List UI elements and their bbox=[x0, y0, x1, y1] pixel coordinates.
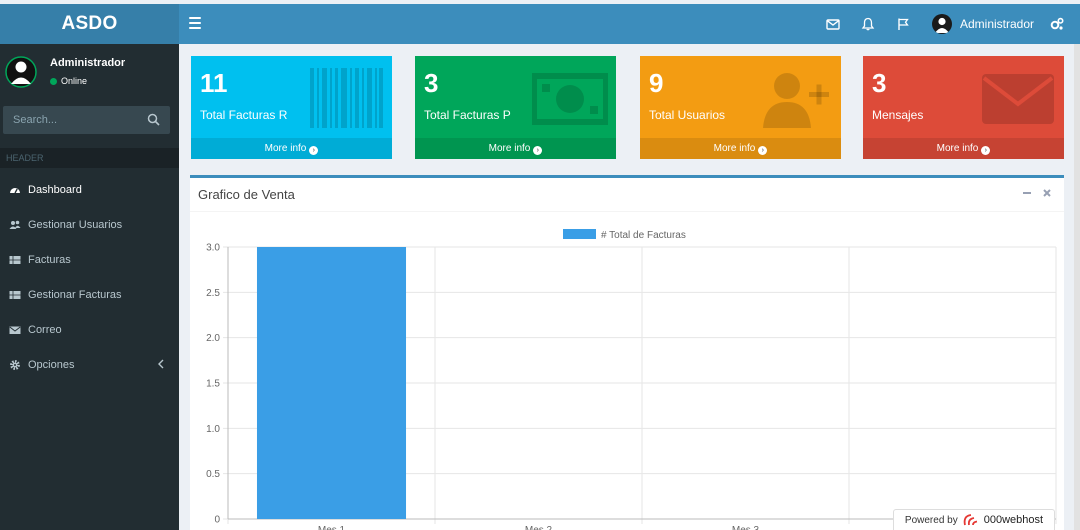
info-box-mensajes[interactable]: 3 Mensajes More info › bbox=[863, 56, 1064, 159]
users-icon bbox=[9, 219, 21, 231]
info-box-label: Mensajes bbox=[872, 108, 924, 122]
table-icon bbox=[9, 289, 21, 301]
more-info-link[interactable]: More info › bbox=[640, 138, 841, 159]
user-status-label: Online bbox=[61, 76, 88, 86]
table-icon bbox=[9, 254, 21, 266]
y-tick-label: 2.0 bbox=[206, 333, 220, 344]
y-tick-label: 3.0 bbox=[206, 243, 220, 254]
sidebar-menu: Dashboard Gestionar Usuarios Facturas Ge… bbox=[0, 172, 179, 382]
sidebar: Administrador Online HEADER Dashboard Ge… bbox=[0, 44, 179, 530]
y-tick-label: 1.0 bbox=[206, 424, 220, 435]
y-tick-label: 1.5 bbox=[206, 379, 220, 390]
legend-label: # Total de Facturas bbox=[601, 230, 686, 241]
y-tick-label: 2.5 bbox=[206, 288, 220, 299]
000webhost-logo-icon bbox=[963, 514, 977, 526]
top-user-name: Administrador bbox=[960, 17, 1035, 31]
avatar bbox=[5, 56, 37, 88]
arrow-circle-right-icon: › bbox=[981, 146, 991, 155]
bell-icon[interactable] bbox=[860, 16, 876, 32]
user-status: Online bbox=[50, 76, 87, 86]
sidebar-search bbox=[3, 106, 170, 134]
x-tick-label: Mes 3 bbox=[732, 525, 760, 530]
arrow-circle-right-icon: › bbox=[758, 146, 768, 155]
more-info-label: More info bbox=[936, 143, 979, 154]
more-info-label: More info bbox=[488, 143, 531, 154]
envelope-icon bbox=[9, 324, 21, 336]
envelope-icon bbox=[982, 74, 1054, 124]
avatar bbox=[932, 14, 952, 34]
sidebar-item-facturas[interactable]: Facturas bbox=[0, 242, 179, 277]
user-plus-icon bbox=[763, 73, 829, 128]
sidebar-item-label: Facturas bbox=[28, 253, 71, 266]
more-info-label: More info bbox=[713, 143, 756, 154]
sidebar-item-label: Gestionar Usuarios bbox=[28, 218, 123, 231]
bar-chart: 00.51.01.52.02.53.0Mes 1Mes 2Mes 3Mes 4#… bbox=[206, 229, 1057, 530]
y-tick-label: 0.5 bbox=[206, 469, 220, 480]
sidebar-item-gestionar-usuarios[interactable]: Gestionar Usuarios bbox=[0, 207, 179, 242]
sidebar-user-name: Administrador bbox=[50, 57, 126, 69]
more-info-link[interactable]: More info › bbox=[191, 138, 392, 159]
more-info-link[interactable]: More info › bbox=[863, 138, 1064, 159]
money-icon bbox=[532, 73, 608, 125]
arrow-circle-right-icon: › bbox=[533, 146, 543, 155]
hosting-badge[interactable]: Powered by 000webhost bbox=[893, 509, 1055, 530]
flag-icon[interactable] bbox=[895, 16, 911, 32]
sidebar-item-opciones[interactable]: Opciones bbox=[0, 347, 179, 382]
info-box-label: Total Usuarios bbox=[649, 108, 726, 122]
arrow-circle-right-icon: › bbox=[309, 146, 319, 155]
sidebar-item-dashboard[interactable]: Dashboard bbox=[0, 172, 179, 207]
more-info-link[interactable]: More info › bbox=[415, 138, 616, 159]
barcode-icon bbox=[310, 68, 383, 128]
x-tick-label: Mes 2 bbox=[525, 525, 553, 530]
user-menu[interactable]: Administrador bbox=[932, 14, 1034, 34]
info-box-facturas-r[interactable]: 11 Total Facturas R More info › bbox=[191, 56, 392, 159]
search-input[interactable] bbox=[3, 114, 143, 126]
info-box-label: Total Facturas R bbox=[200, 108, 288, 122]
menu-toggle-icon[interactable] bbox=[189, 17, 201, 29]
sidebar-item-gestionar-facturas[interactable]: Gestionar Facturas bbox=[0, 277, 179, 312]
sidebar-item-label: Gestionar Facturas bbox=[28, 288, 122, 301]
sidebar-item-label: Opciones bbox=[28, 358, 75, 371]
info-box-number: 3 bbox=[872, 68, 887, 98]
dashboard-icon bbox=[9, 184, 21, 196]
x-tick-label: Mes 1 bbox=[318, 525, 346, 530]
sidebar-header-label: HEADER bbox=[0, 148, 179, 168]
sidebar-item-label: Correo bbox=[28, 323, 62, 336]
brand-name: 000webhost bbox=[983, 514, 1044, 526]
bar bbox=[256, 247, 407, 519]
top-navbar: Administrador bbox=[179, 4, 1080, 44]
more-info-label: More info bbox=[264, 143, 307, 154]
powered-by-label: Powered by bbox=[904, 514, 958, 526]
search-icon[interactable] bbox=[147, 113, 160, 126]
chevron-left-icon[interactable] bbox=[157, 359, 165, 369]
sidebar-item-label: Dashboard bbox=[28, 183, 82, 196]
envelope-icon[interactable] bbox=[825, 16, 841, 32]
gear-icon bbox=[9, 359, 21, 371]
page-scrollbar[interactable] bbox=[1074, 44, 1080, 530]
info-box-label: Total Facturas P bbox=[424, 108, 511, 122]
info-box-facturas-p[interactable]: 3 Total Facturas P More info › bbox=[415, 56, 616, 159]
gears-icon[interactable] bbox=[1049, 16, 1065, 32]
app-logo[interactable]: ASDO bbox=[0, 4, 179, 44]
sidebar-item-correo[interactable]: Correo bbox=[0, 312, 179, 347]
info-box-number: 11 bbox=[200, 68, 228, 98]
info-box-usuarios[interactable]: 9 Total Usuarios More info › bbox=[640, 56, 841, 159]
user-panel: Administrador Online bbox=[0, 44, 179, 96]
chart-panel: Grafico de Venta 00.51.01.52.02.53.0Mes … bbox=[190, 175, 1064, 530]
legend-swatch bbox=[563, 229, 596, 239]
info-box-number: 9 bbox=[649, 68, 664, 98]
y-tick-label: 0 bbox=[214, 515, 220, 526]
info-box-number: 3 bbox=[424, 68, 439, 98]
online-dot-icon bbox=[50, 77, 57, 85]
